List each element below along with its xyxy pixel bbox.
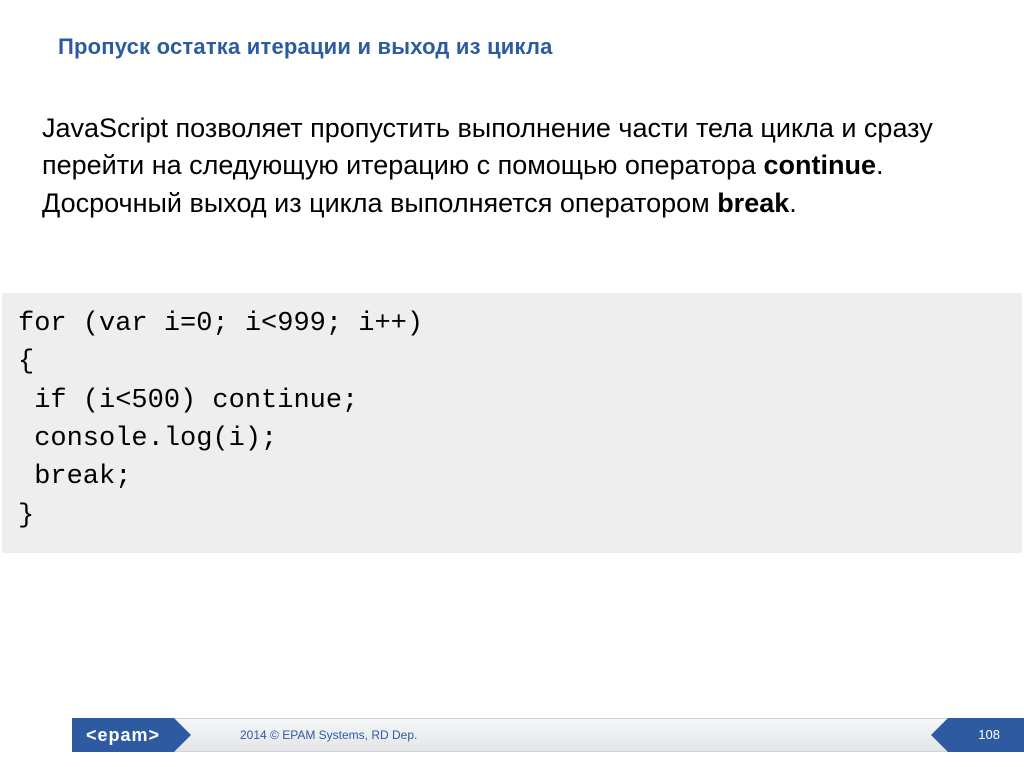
body-bold-continue: continue: [764, 150, 877, 180]
footer: <epam> 2014 © EPAM Systems, RD Dep. 108: [0, 718, 1024, 752]
page-number: 108: [948, 718, 1024, 752]
code-block: for (var i=0; i<999; i++) { if (i<500) c…: [2, 293, 1022, 553]
slide-body-text: JavaScript позволяет пропустить выполнен…: [42, 110, 982, 222]
footer-bar: [72, 718, 1024, 752]
slide-heading: Пропуск остатка итерации и выход из цикл…: [58, 34, 553, 60]
slide: Пропуск остатка итерации и выход из цикл…: [0, 0, 1024, 767]
logo-wrap: <epam>: [72, 718, 174, 752]
body-part3: .: [789, 188, 797, 218]
epam-logo: <epam>: [72, 718, 174, 752]
footer-copyright: 2014 © EPAM Systems, RD Dep.: [240, 718, 417, 752]
body-bold-break: break: [717, 188, 789, 218]
